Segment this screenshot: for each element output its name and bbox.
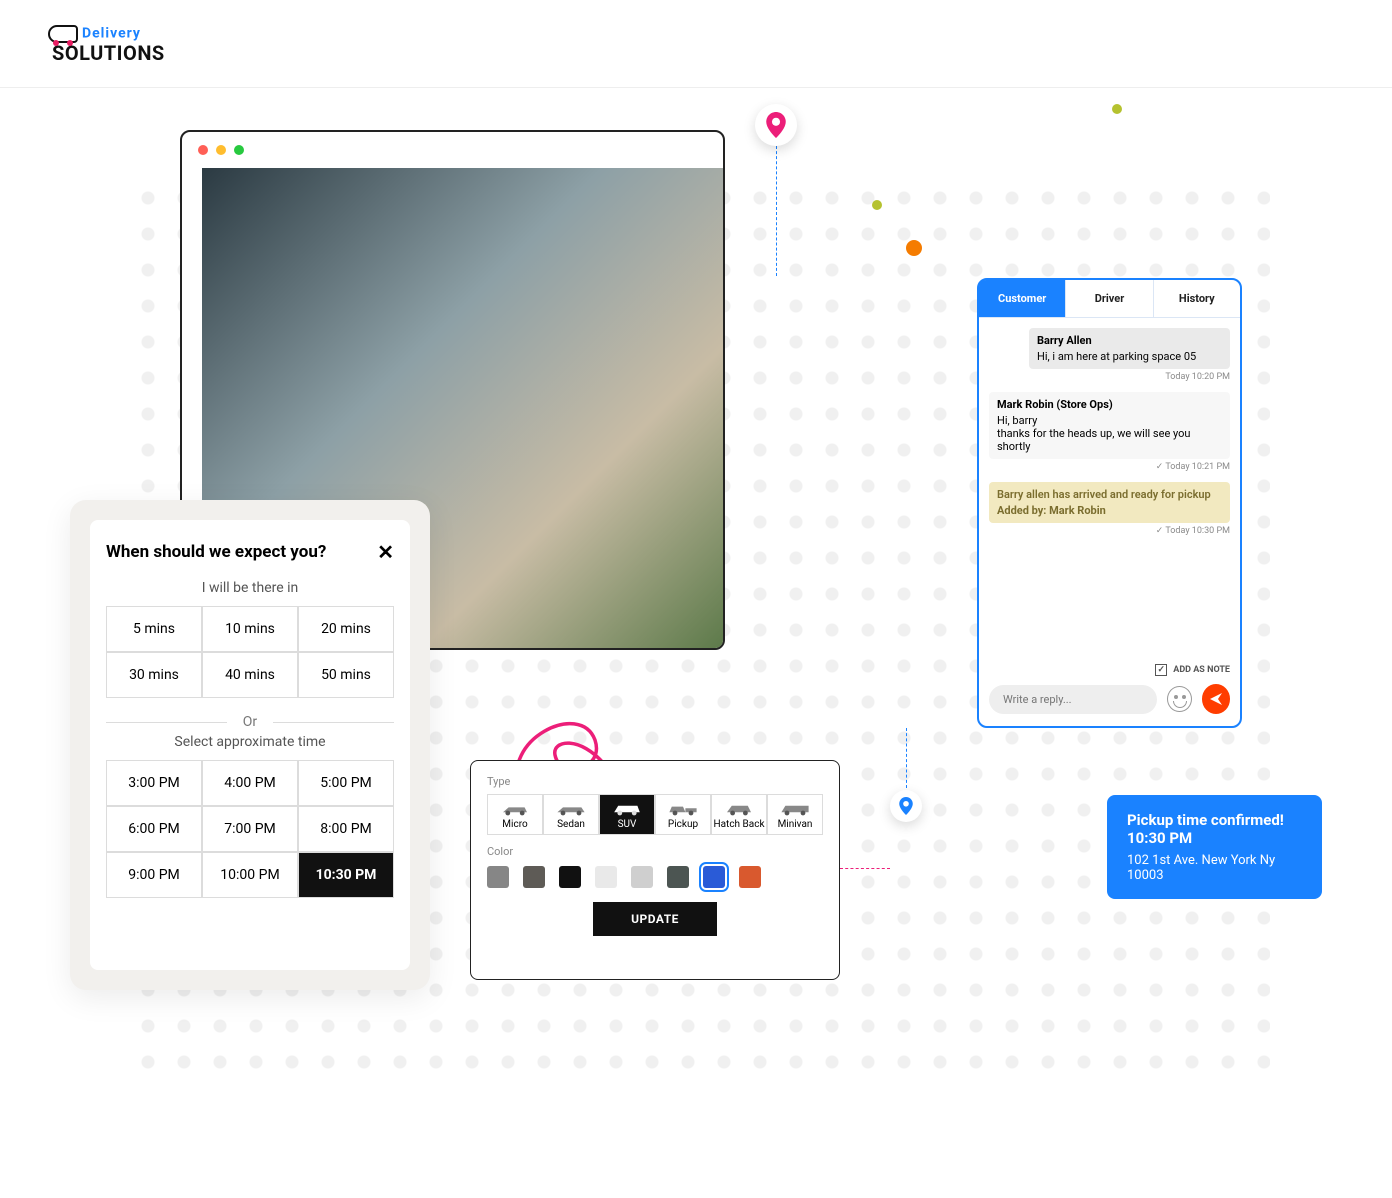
chat-msg-incoming: Barry Allen Hi, i am here at parking spa… (1029, 328, 1230, 369)
add-note-label: ADD AS NOTE (1173, 665, 1230, 675)
color-swatch[interactable] (703, 866, 725, 888)
chat-tabs: Customer Driver History (979, 280, 1240, 318)
color-swatch[interactable] (595, 866, 617, 888)
connector-line (776, 146, 777, 276)
browser-titlebar (182, 132, 723, 168)
app-header: Delivery SOLUTIONS (0, 0, 1392, 88)
toast-title: Pickup time confirmed! (1127, 811, 1302, 829)
tab-history[interactable]: History (1154, 280, 1240, 317)
eta-option[interactable]: 50 mins (298, 652, 394, 698)
color-swatch[interactable] (667, 866, 689, 888)
chat-msg-outgoing: Mark Robin (Store Ops) Hi, barry thanks … (989, 392, 1230, 459)
chat-messages: Barry Allen Hi, i am here at parking spa… (979, 318, 1240, 664)
vehicle-types: Micro Sedan SUV Pickup Hatch Back Miniva… (487, 794, 823, 835)
modal-subtitle: I will be there in (106, 580, 394, 596)
vehicle-panel: Type Micro Sedan SUV Pickup Hatch Back M… (470, 760, 840, 980)
window-max-icon (234, 145, 244, 155)
truck-icon (48, 25, 78, 43)
time-option[interactable]: 8:00 PM (298, 806, 394, 852)
msg-timestamp: ✓ Today 10:21 PM (989, 462, 1230, 472)
color-swatch[interactable] (631, 866, 653, 888)
close-icon[interactable]: ✕ (377, 540, 394, 564)
msg-sender: Barry Allen (1037, 334, 1222, 347)
vehicle-type-option-selected[interactable]: SUV (599, 794, 655, 835)
color-swatch[interactable] (523, 866, 545, 888)
connector-line (840, 868, 890, 869)
vehicle-type-option[interactable]: Hatch Back (711, 794, 767, 835)
logo-top: Delivery (82, 25, 141, 41)
accent-dot (872, 200, 882, 210)
time-option[interactable]: 4:00 PM (202, 760, 298, 806)
time-option[interactable]: 3:00 PM (106, 760, 202, 806)
vehicle-type-option[interactable]: Minivan (767, 794, 823, 835)
toast-time: 10:30 PM (1127, 829, 1302, 847)
eta-modal-card: ✕ When should we expect you? I will be t… (70, 500, 430, 990)
time-option[interactable]: 9:00 PM (106, 852, 202, 898)
msg-sender: Mark Robin (Store Ops) (997, 398, 1222, 411)
brand-logo: Delivery SOLUTIONS (48, 25, 165, 63)
or-divider: Or (106, 714, 394, 730)
accent-dot (1112, 104, 1122, 114)
time-option[interactable]: 5:00 PM (298, 760, 394, 806)
msg-text: Hi, barry (997, 414, 1222, 427)
modal-title: When should we expect you? (106, 542, 394, 562)
send-button[interactable] (1202, 684, 1230, 714)
time-option[interactable]: 7:00 PM (202, 806, 298, 852)
msg-timestamp: Today 10:20 PM (989, 372, 1230, 382)
chat-panel: Customer Driver History Barry Allen Hi, … (977, 278, 1242, 728)
checkbox-icon[interactable]: ✓ (1155, 664, 1167, 676)
note-author: Added by: Mark Robin (997, 504, 1222, 517)
window-min-icon (216, 145, 226, 155)
time-option-selected[interactable]: 10:30 PM (298, 852, 394, 898)
window-close-icon (198, 145, 208, 155)
accent-dot (906, 240, 922, 256)
minutes-grid: 5 mins 10 mins 20 mins 30 mins 40 mins 5… (106, 606, 394, 698)
tab-driver[interactable]: Driver (1066, 280, 1153, 317)
eta-option[interactable]: 40 mins (202, 652, 298, 698)
msg-timestamp: ✓ Today 10:30 PM (989, 526, 1230, 536)
time-option[interactable]: 10:00 PM (202, 852, 298, 898)
times-grid: 3:00 PM 4:00 PM 5:00 PM 6:00 PM 7:00 PM … (106, 760, 394, 898)
map-pin-icon (890, 790, 922, 822)
connector-line (906, 728, 907, 788)
reply-input[interactable] (989, 685, 1157, 714)
color-swatch[interactable] (487, 866, 509, 888)
eta-option[interactable]: 10 mins (202, 606, 298, 652)
stage: Customer Driver History Barry Allen Hi, … (180, 130, 1292, 1148)
msg-text: thanks for the heads up, we will see you… (997, 427, 1222, 453)
update-button[interactable]: UPDATE (593, 902, 717, 936)
vehicle-type-option[interactable]: Pickup (655, 794, 711, 835)
logo-bottom: OLUTIONS (65, 41, 165, 65)
toast-address: 102 1st Ave. New York Ny 10003 (1127, 853, 1302, 883)
color-swatches (487, 866, 823, 888)
msg-text: Hi, i am here at parking space 05 (1037, 350, 1222, 363)
type-label: Type (487, 775, 823, 788)
eta-modal: ✕ When should we expect you? I will be t… (90, 520, 410, 970)
color-swatch[interactable] (559, 866, 581, 888)
time-option[interactable]: 6:00 PM (106, 806, 202, 852)
vehicle-type-option[interactable]: Micro (487, 794, 543, 835)
eta-option[interactable]: 20 mins (298, 606, 394, 652)
eta-option[interactable]: 5 mins (106, 606, 202, 652)
confirmation-toast: Pickup time confirmed! 10:30 PM 102 1st … (1107, 795, 1322, 899)
tab-customer[interactable]: Customer (979, 280, 1066, 317)
color-label: Color (487, 845, 823, 858)
note-text: Barry allen has arrived and ready for pi… (997, 488, 1222, 501)
eta-option[interactable]: 30 mins (106, 652, 202, 698)
vehicle-type-option[interactable]: Sedan (543, 794, 599, 835)
emoji-icon[interactable] (1167, 686, 1192, 712)
add-as-note-toggle[interactable]: ✓ ADD AS NOTE (979, 664, 1240, 684)
color-swatch[interactable] (739, 866, 761, 888)
chat-note: Barry allen has arrived and ready for pi… (989, 482, 1230, 523)
reply-bar (979, 684, 1240, 726)
modal-subtitle: Select approximate time (106, 734, 394, 750)
map-pin-icon (755, 104, 797, 146)
